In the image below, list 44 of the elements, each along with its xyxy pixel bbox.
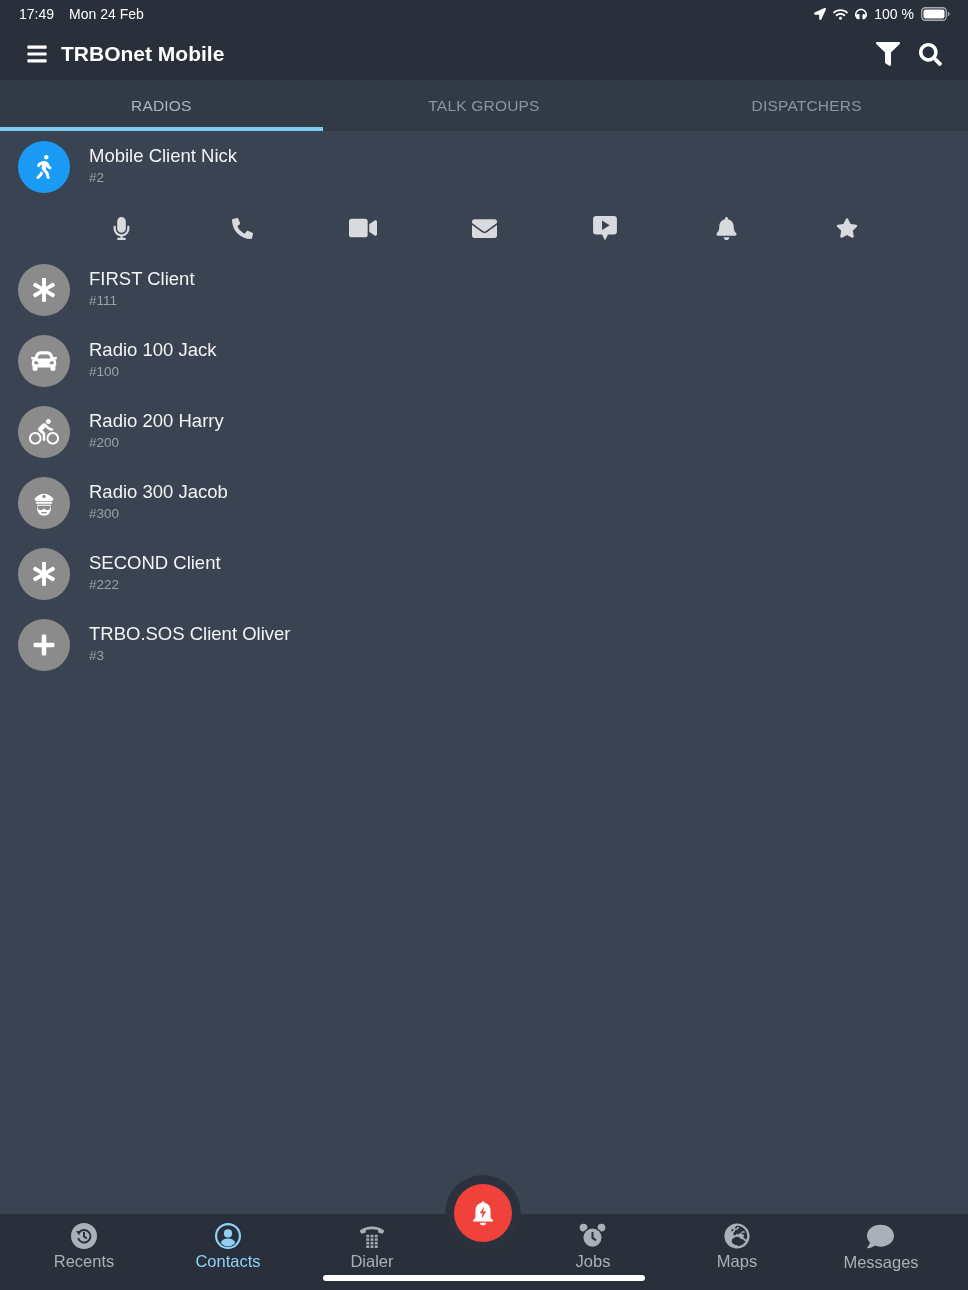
status-time: 17:49 [19, 6, 55, 22]
history-clock-icon[interactable] [71, 1223, 97, 1249]
contact-name[interactable]: Radio 100 Jack [89, 338, 217, 361]
wifi-icon [833, 6, 849, 22]
headphones-icon [855, 8, 868, 20]
contact-name[interactable]: Radio 200 Harry [89, 409, 224, 432]
globe-icon[interactable] [724, 1223, 750, 1249]
contact-number: #3 [89, 647, 106, 663]
tab[interactable]: RADIOS [0, 80, 323, 131]
status-date: Mon 24 Feb [69, 6, 144, 22]
contact-number: #111 [89, 292, 119, 308]
speech-bubble-icon[interactable] [867, 1223, 895, 1250]
filter-icon[interactable] [876, 42, 900, 66]
nav-tab[interactable]: Contacts [195, 1223, 261, 1272]
person-circle-icon[interactable] [215, 1223, 241, 1249]
contact-number: #222 [89, 576, 121, 592]
nav-tab[interactable]: Messages [843, 1223, 919, 1272]
nav-tab[interactable]: Jobs [575, 1223, 611, 1272]
alarm-bell-icon [453, 1184, 512, 1242]
contact-number: #100 [89, 363, 121, 379]
contact-name[interactable]: FIRST Client [89, 267, 195, 290]
contact-name[interactable]: TRBO.SOS Client Oliver [89, 622, 291, 645]
menu-icon[interactable] [26, 43, 48, 65]
contact-name[interactable]: Radio 300 Jacob [89, 480, 228, 503]
phone-icon[interactable] [231, 217, 253, 239]
contact-number: #2 [89, 169, 106, 185]
tab[interactable]: DISPATCHERS [645, 80, 968, 131]
battery-percent: 100 % [874, 6, 914, 22]
app-title: TRBOnet Mobile [61, 42, 226, 66]
chat-play-icon[interactable] [593, 215, 617, 241]
nav-tab[interactable]: Dialer [350, 1223, 394, 1272]
tab[interactable]: TALK GROUPS [322, 80, 646, 131]
contact-number: #300 [89, 505, 121, 521]
location-arrow-icon [814, 8, 827, 20]
star-icon[interactable] [836, 217, 858, 239]
nav-tab[interactable]: Maps [716, 1223, 758, 1272]
contact-name[interactable]: SECOND Client [89, 551, 221, 574]
contact-number: #200 [89, 434, 121, 450]
search-icon[interactable] [919, 42, 942, 66]
alarm-clock-icon[interactable] [579, 1223, 607, 1249]
battery-icon [921, 7, 950, 21]
contact-name[interactable]: Mobile Client Nick [89, 144, 238, 167]
bell-icon[interactable] [714, 216, 738, 240]
nav-tab[interactable]: Recents [53, 1223, 115, 1272]
